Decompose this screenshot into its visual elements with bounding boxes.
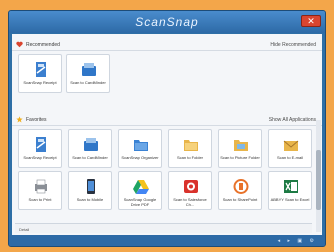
show-all-applications-link[interactable]: Show All Applications: [269, 117, 316, 123]
tile-label: Scan to CardMinder: [72, 155, 108, 160]
tile-label: ScanSnap Receipt: [23, 80, 57, 85]
tile-fav-sharepoint[interactable]: Scan to SharePoint: [218, 171, 262, 210]
status-icons[interactable]: ◂ ▸ ▣ ⚙: [278, 238, 317, 244]
receipt-icon: [36, 137, 46, 152]
detail-bar[interactable]: Detail: [15, 223, 312, 233]
google-drive-icon: [133, 180, 149, 194]
tile-fav-print[interactable]: Scan to Print: [18, 171, 62, 210]
cardminder-icon: [84, 138, 98, 151]
scansnap-window: ScanSnap ✕ Recommended Hide Recommended …: [8, 10, 326, 247]
tile-fav-excel[interactable]: ABBYY Scan to Excel: [268, 171, 312, 210]
tile-fav-mobile[interactable]: Scan to Mobile: [68, 171, 112, 210]
tile-label: Scan to Picture Folder: [220, 155, 260, 160]
hide-recommended-link[interactable]: Hide Recommended: [270, 42, 316, 48]
tile-scansnap-receipt[interactable]: ScanSnap Receipt: [18, 54, 62, 93]
heart-icon: [16, 41, 23, 48]
tile-label: Scan to SharePoint: [222, 197, 258, 202]
title-bar: ScanSnap ✕: [9, 11, 325, 33]
tile-label: Scan to CardMinder: [70, 80, 106, 85]
cardminder-icon: [82, 63, 96, 76]
star-icon: [16, 116, 23, 123]
tile-label: Scan to Mobile: [76, 197, 104, 202]
status-bar: ◂ ▸ ▣ ⚙: [9, 235, 325, 246]
favorites-header: Favorites Show All Applications: [12, 114, 322, 126]
tile-label: ScanSnap Google Drive PDF: [123, 197, 157, 207]
tile-fav-picture-folder[interactable]: Scan to Picture Folder: [218, 129, 262, 168]
tile-fav-google-drive[interactable]: ScanSnap Google Drive PDF: [118, 171, 162, 210]
tile-fav-organizer[interactable]: ScanSnap Organizer: [118, 129, 162, 168]
tile-label: Scan to Print: [28, 197, 52, 202]
tile-scan-to-cardminder[interactable]: Scan to CardMinder: [66, 54, 110, 93]
tile-fav-cardminder[interactable]: Scan to CardMinder: [68, 129, 112, 168]
detail-label[interactable]: Detail: [19, 227, 29, 232]
tile-label: ScanSnap Organizer: [121, 155, 159, 160]
window-title: ScanSnap: [135, 15, 199, 29]
tile-label: Scan to Folder: [176, 155, 203, 160]
salesforce-icon: [184, 180, 198, 193]
recommended-label: Recommended: [26, 42, 60, 48]
vertical-scrollbar[interactable]: [316, 120, 321, 232]
excel-icon: [284, 180, 298, 193]
folder-icon: [184, 140, 198, 151]
quick-menu-content: Recommended Hide Recommended ScanSnap Re…: [12, 34, 322, 235]
picture-folder-icon: [234, 140, 248, 151]
printer-icon: [35, 179, 47, 194]
favorites-label: Favorites: [26, 117, 47, 123]
folder-icon: [134, 140, 148, 151]
tile-label: ScanSnap Receipt: [23, 155, 57, 160]
email-icon: [283, 140, 299, 151]
tile-label: Scan to Salesforce Ch...: [173, 197, 207, 207]
tile-fav-salesforce[interactable]: Scan to Salesforce Ch...: [168, 171, 212, 210]
sharepoint-icon: [233, 179, 249, 194]
recommended-header: Recommended Hide Recommended: [12, 39, 322, 51]
scrollbar-thumb[interactable]: [316, 150, 321, 210]
tile-fav-email[interactable]: Scan to E-mail: [268, 129, 312, 168]
mobile-icon: [87, 179, 95, 194]
close-button[interactable]: ✕: [301, 15, 321, 27]
tile-label: ABBYY Scan to Excel: [270, 197, 310, 202]
tile-fav-receipt[interactable]: ScanSnap Receipt: [18, 129, 62, 168]
tile-fav-scan-to-folder[interactable]: Scan to Folder: [168, 129, 212, 168]
receipt-icon: [36, 62, 46, 77]
tile-label: Scan to E-mail: [276, 155, 303, 160]
